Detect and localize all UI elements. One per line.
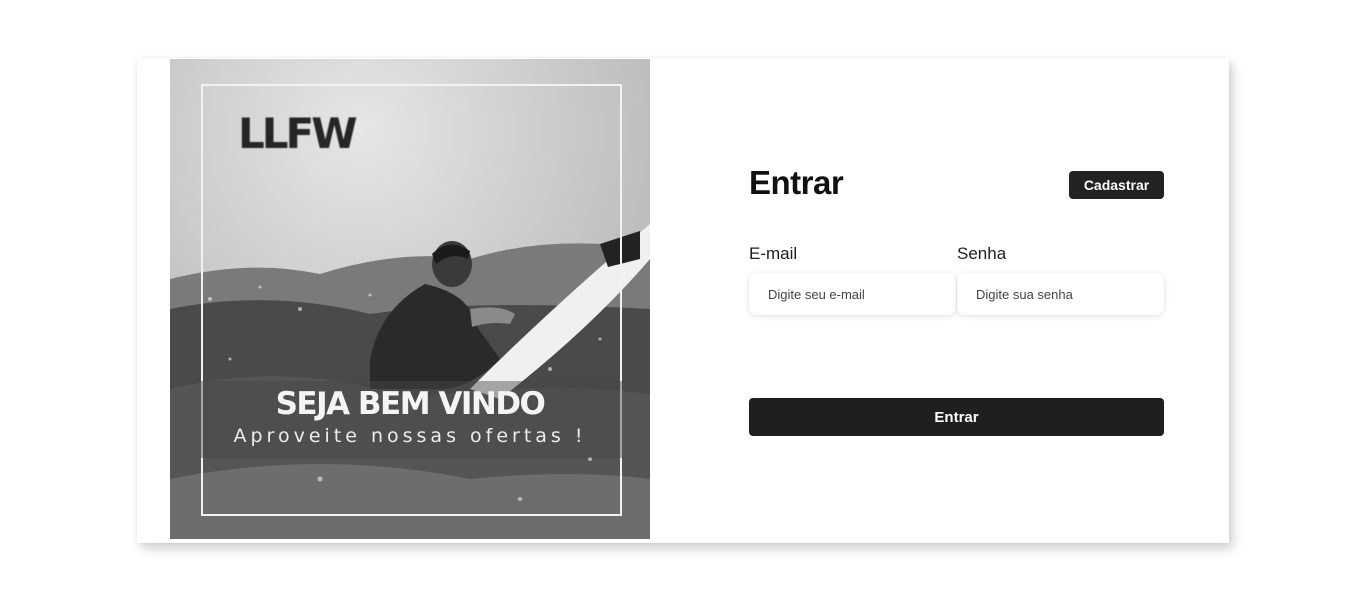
email-label: E-mail [749,244,798,263]
welcome-tagline: Aproveite nossas ofertas ! [233,425,587,447]
register-button[interactable]: Cadastrar [1069,171,1164,199]
email-field[interactable] [749,273,956,315]
hero-image: LLFW SEJA BEM VINDO Aproveite nossas ofe… [170,59,650,539]
password-field[interactable] [957,273,1164,315]
password-label: Senha [957,244,1007,263]
welcome-headline: SEJA BEM VINDO [275,386,546,422]
login-button[interactable]: Entrar [749,398,1164,436]
form-title: Entrar [749,164,844,201]
brand-logo: LLFW [238,109,358,158]
login-card: LLFW SEJA BEM VINDO Aproveite nossas ofe… [137,58,1229,543]
